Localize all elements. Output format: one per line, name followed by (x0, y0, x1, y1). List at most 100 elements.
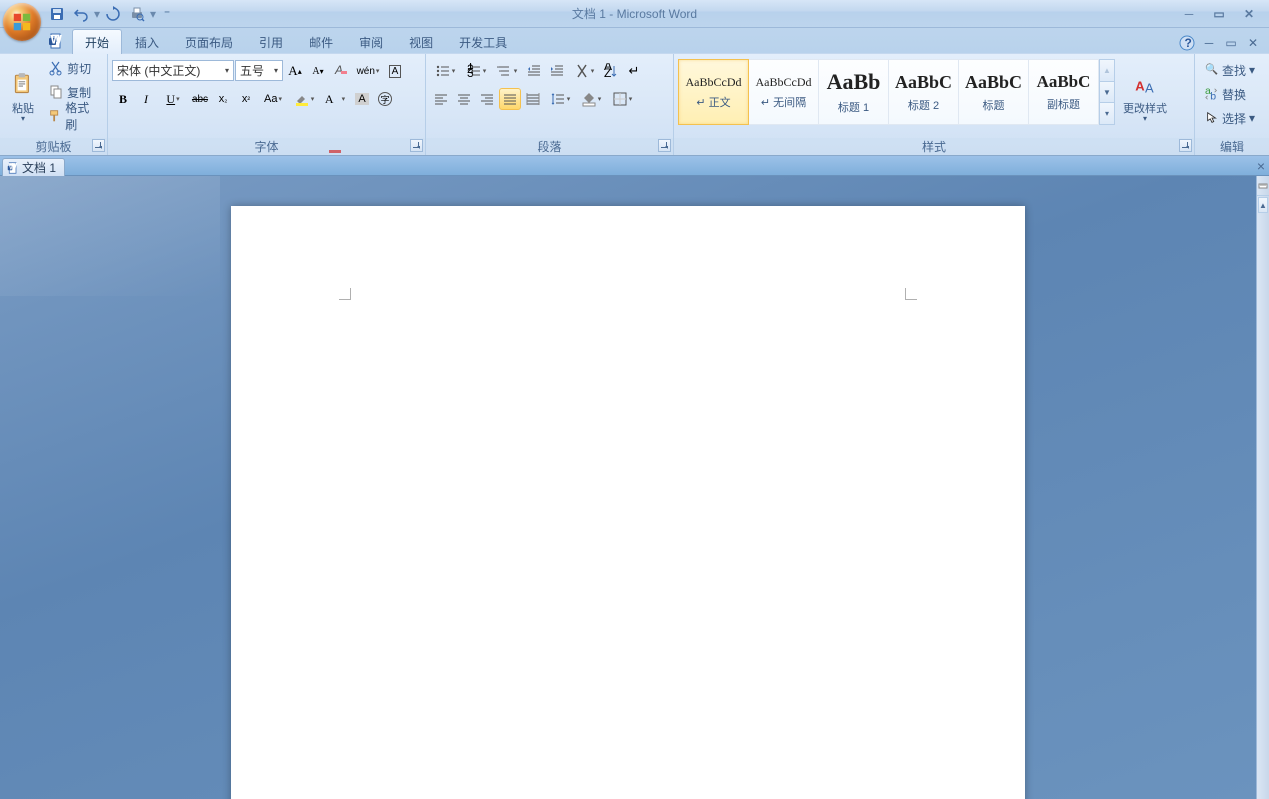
vertical-scrollbar[interactable]: ▲ (1256, 176, 1269, 799)
qat-dropdown2-icon[interactable]: ▾ (150, 3, 156, 25)
style-name-label: ↵ 正文 (696, 94, 730, 110)
change-case-button[interactable]: Aa▾ (258, 88, 288, 110)
decrease-indent-button[interactable] (523, 60, 545, 82)
gallery-up-button[interactable]: ▲ (1100, 60, 1114, 82)
style-item[interactable]: AaBb标题 1 (818, 59, 889, 125)
chevron-down-icon[interactable]: ▾ (274, 66, 278, 75)
redo-button[interactable] (102, 3, 124, 25)
restore-window-button[interactable]: ▭ (1223, 35, 1239, 51)
style-item[interactable]: AaBbC副标题 (1028, 59, 1099, 125)
gallery-nav: ▲▼▾ (1099, 60, 1114, 124)
subscript-button[interactable]: x₂ (212, 88, 234, 110)
increase-indent-button[interactable] (546, 60, 568, 82)
qat-dropdown-icon[interactable]: ▾ (94, 3, 100, 25)
close-button[interactable]: ✕ (1239, 6, 1259, 22)
help-button[interactable]: ? (1179, 35, 1195, 51)
style-item[interactable]: AaBbCcDd ↵ 正文 (678, 59, 749, 125)
line-spacing-button[interactable]: ▾ (545, 88, 575, 110)
paragraph-launcher[interactable] (658, 139, 671, 152)
cut-button[interactable]: 剪切 (44, 57, 101, 79)
phonetic-guide-button[interactable]: wén▾ (353, 60, 383, 82)
shading-button[interactable]: ▾ (576, 88, 606, 110)
multilevel-list-button[interactable]: ▾ (492, 60, 522, 82)
style-item[interactable]: AaBbCcDd↵ 无间隔 (748, 59, 819, 125)
find-button[interactable]: 🔍查找▾ (1201, 59, 1259, 81)
office-button[interactable] (3, 3, 41, 41)
tab-references[interactable]: 引用 (246, 29, 296, 54)
style-item[interactable]: AaBbC标题 (958, 59, 1029, 125)
page[interactable] (231, 206, 1025, 799)
clear-formatting-button[interactable]: A (330, 60, 352, 82)
strikethrough-button[interactable]: abc (189, 88, 211, 110)
sort-button[interactable]: AZ (600, 60, 622, 82)
margin-mark-top-right (905, 288, 917, 300)
style-item[interactable]: AaBbC标题 2 (888, 59, 959, 125)
group-styles: AaBbCcDd↵ 正文AaBbCcDd↵ 无间隔AaBb标题 1AaBbC标题… (674, 54, 1195, 155)
tab-home[interactable]: 开始 (72, 29, 122, 54)
document-tab[interactable]: W 文档 1 (2, 158, 65, 176)
clipboard-launcher[interactable] (92, 139, 105, 152)
bold-button[interactable]: B (112, 88, 134, 110)
save-button[interactable] (46, 3, 68, 25)
chevron-down-icon[interactable]: ▾ (225, 66, 229, 75)
print-preview-button[interactable] (126, 3, 148, 25)
font-family-select[interactable]: 宋体 (中文正文)▾ (112, 60, 234, 81)
select-button[interactable]: 选择▾ (1201, 107, 1259, 129)
enclose-characters-button[interactable]: 字 (374, 88, 396, 110)
align-right-button[interactable] (476, 88, 498, 110)
numbering-button[interactable]: 123▾ (461, 60, 491, 82)
minimize-button[interactable]: ─ (1179, 6, 1199, 22)
bullets-button[interactable]: ▾ (430, 60, 460, 82)
underline-button[interactable]: U▾ (158, 88, 188, 110)
gallery-down-button[interactable]: ▼ (1100, 82, 1114, 104)
font-launcher[interactable] (410, 139, 423, 152)
style-preview: AaBbC (1037, 72, 1091, 92)
gallery-more-button[interactable]: ▾ (1100, 103, 1114, 124)
asian-layout-button[interactable]: ▾ (569, 60, 599, 82)
close-doc-window-button[interactable]: ✕ (1245, 35, 1261, 51)
tab-review[interactable]: 审阅 (346, 29, 396, 54)
justify-button[interactable] (499, 88, 521, 110)
qat-customize-icon[interactable]: ⁼ (164, 3, 170, 25)
show-hide-marks-button[interactable]: ↵ (623, 60, 645, 82)
ruler-toggle-button[interactable] (1257, 176, 1269, 196)
paste-button[interactable]: 粘贴 ▾ (4, 57, 42, 138)
svg-text:W: W (51, 33, 63, 47)
maximize-button[interactable]: ▭ (1209, 6, 1229, 22)
copy-label: 复制 (67, 84, 91, 101)
undo-button[interactable] (70, 3, 92, 25)
borders-button[interactable]: ▾ (607, 88, 637, 110)
character-border-button[interactable]: A (384, 60, 406, 82)
minimize-ribbon-button[interactable]: ─ (1201, 35, 1217, 51)
font-color-button[interactable]: A▾ (320, 88, 350, 110)
tab-insert[interactable]: 插入 (122, 29, 172, 54)
style-preview: AaBbC (965, 72, 1022, 93)
tab-page-layout[interactable]: 页面布局 (172, 29, 246, 54)
superscript-button[interactable]: x² (235, 88, 257, 110)
group-label-paragraph: 段落 (426, 138, 673, 155)
highlight-button[interactable]: ▾ (289, 88, 319, 110)
italic-button[interactable]: I (135, 88, 157, 110)
window-controls: ─ ▭ ✕ (1179, 6, 1269, 22)
document-tab-close[interactable]: × (1257, 158, 1265, 174)
distributed-button[interactable] (522, 88, 544, 110)
quick-access-toolbar: ▾ ▾ ⁼ (46, 0, 170, 27)
scroll-up-button[interactable]: ▲ (1258, 197, 1268, 213)
tab-developer[interactable]: 开发工具 (446, 29, 520, 54)
style-preview: AaBbCcDd (686, 75, 742, 90)
character-shading-button[interactable]: A (351, 88, 373, 110)
tab-mailings[interactable]: 邮件 (296, 29, 346, 54)
font-size-select[interactable]: 五号▾ (235, 60, 283, 81)
align-center-button[interactable] (453, 88, 475, 110)
grow-font-button[interactable]: A▴ (284, 60, 306, 82)
style-preview: AaBbC (895, 72, 952, 93)
document-area[interactable] (0, 176, 1256, 799)
align-left-button[interactable] (430, 88, 452, 110)
styles-launcher[interactable] (1179, 139, 1192, 152)
format-painter-button[interactable]: 格式刷 (44, 105, 101, 127)
shrink-font-button[interactable]: A▾ (307, 60, 329, 82)
change-styles-button[interactable]: AA 更改样式 ▾ (1119, 57, 1171, 138)
group-paragraph: ▾ 123▾ ▾ ▾ AZ ↵ ▾ ▾ ▾ 段落 (426, 54, 674, 155)
tab-view[interactable]: 视图 (396, 29, 446, 54)
replace-button[interactable]: ab替换 (1201, 83, 1259, 105)
